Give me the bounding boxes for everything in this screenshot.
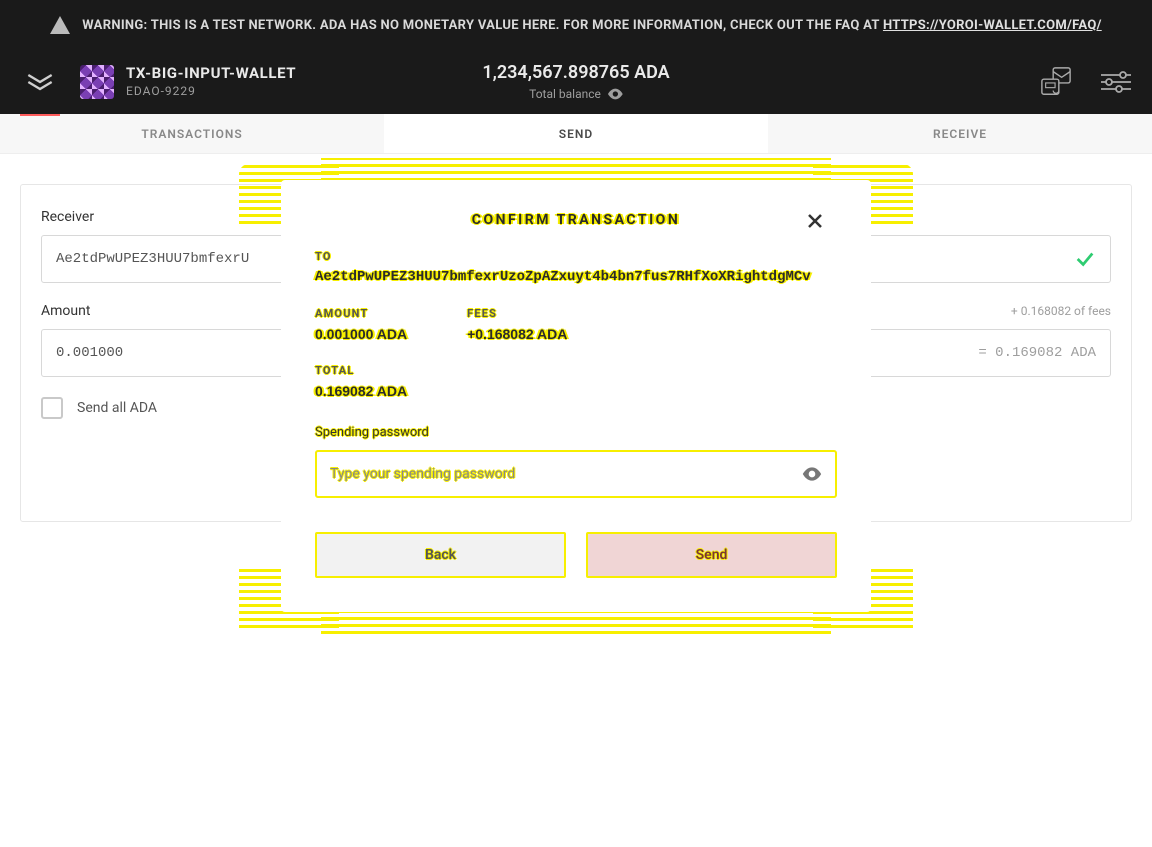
total-label-modal: TOTAL	[315, 364, 837, 377]
amount-label: Amount	[41, 303, 90, 319]
warning-banner: WARNING: THIS IS A TEST NETWORK. ADA HAS…	[0, 0, 1152, 50]
amount-equivalent: = 0.169082 ADA	[978, 345, 1096, 361]
send-button[interactable]: Send	[586, 532, 837, 578]
tab-receive[interactable]: RECEIVE	[768, 114, 1152, 153]
tab-send[interactable]: SEND	[384, 114, 768, 153]
warning-text: WARNING: THIS IS A TEST NETWORK. ADA HAS…	[82, 18, 883, 33]
to-address: Ae2tdPwUPEZ3HUU7bmfexrUzoZpAZxuyt4b4bn7f…	[315, 269, 837, 285]
settings-icon[interactable]	[1100, 66, 1132, 98]
eye-icon[interactable]	[607, 88, 623, 100]
spending-password-input[interactable]	[330, 466, 802, 482]
to-label: TO	[315, 250, 837, 263]
modal-title-text: CONFIRM TRANSACTION	[472, 212, 680, 228]
fees-value-modal: +0.168082 ADA	[467, 326, 567, 342]
fees-note: + 0.168082 of fees	[1011, 304, 1111, 318]
wallet-subtitle: EDAO-9229	[126, 84, 296, 100]
warning-icon	[50, 16, 70, 34]
balance-block: 1,234,567.898765 ADA Total balance	[482, 62, 669, 102]
back-button[interactable]: Back	[315, 532, 566, 578]
close-icon[interactable]	[803, 209, 827, 233]
total-value-modal: 0.169082 ADA	[315, 383, 837, 399]
wallet-info: TX-BIG-INPUT-WALLET EDAO-9229	[126, 64, 296, 99]
amount-label-modal: AMOUNT	[315, 307, 407, 320]
amount-value: 0.001000	[56, 345, 123, 361]
spending-password-label: Spending password	[315, 425, 837, 440]
wallet-tabs: TRANSACTIONS SEND RECEIVE	[0, 114, 1152, 154]
app-logo-icon[interactable]	[20, 62, 60, 102]
confirm-transaction-modal: CONFIRM TRANSACTION TO Ae2tdPwUPEZ3HUU7b…	[281, 180, 871, 612]
modal-title: CONFIRM TRANSACTION	[315, 212, 837, 228]
eye-icon[interactable]	[802, 467, 822, 481]
send-all-checkbox[interactable]	[41, 397, 63, 419]
receiver-value: Ae2tdPwUPEZ3HUU7bmfexrU	[56, 251, 249, 267]
header-actions	[1040, 66, 1132, 98]
spending-password-input-wrap	[315, 450, 837, 498]
fees-label-modal: FEES	[467, 307, 567, 320]
app-header: TX-BIG-INPUT-WALLET EDAO-9229 1,234,567.…	[0, 50, 1152, 114]
balance-amount: 1,234,567.898765 ADA	[482, 62, 669, 83]
wallet-name: TX-BIG-INPUT-WALLET	[126, 64, 296, 84]
tab-transactions[interactable]: TRANSACTIONS	[0, 114, 384, 153]
send-all-label: Send all ADA	[77, 400, 157, 416]
wallet-identicon-icon	[80, 65, 114, 99]
balance-label: Total balance	[529, 87, 601, 101]
warning-faq-link[interactable]: HTTPS://YOROI-WALLET.COM/FAQ/	[883, 18, 1102, 33]
amount-value-modal: 0.001000 ADA	[315, 326, 407, 342]
wallets-icon[interactable]	[1040, 66, 1072, 98]
check-icon	[1074, 248, 1096, 270]
